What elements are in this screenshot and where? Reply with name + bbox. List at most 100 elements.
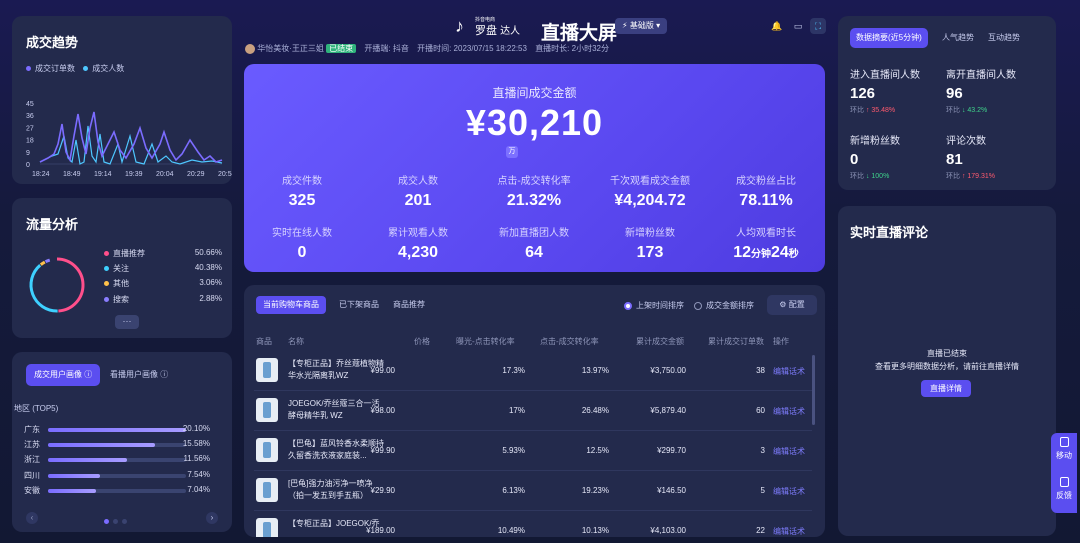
stat-change: 环比 ↑ 179.31% <box>946 173 996 180</box>
page-dots <box>104 516 131 527</box>
table-row[interactable]: 【专柜正品】JOEGOK/乔 ¥189.00 10.49% 10.13% ¥4,103.… <box>244 511 825 537</box>
cell-ctr: 10.49% <box>497 526 525 535</box>
edit-script-link[interactable]: 编辑话术 <box>773 486 805 497</box>
region-row: 四川 7.54% <box>24 470 220 482</box>
products-panel: 当前购物车商品 已下架商品 商品推荐 上架时间排序 成交金额排序 ⚙ 配置 商品… <box>244 285 825 537</box>
donut-slice-0 <box>56 257 85 313</box>
metric-7: 新加直播团人数 64 <box>476 224 592 262</box>
cell-price: ¥29.90 <box>370 486 395 495</box>
traffic-row-2: 其他 3.06% <box>104 278 222 289</box>
traffic-dot-1 <box>104 266 109 272</box>
col-action: 操作 <box>773 337 789 346</box>
tab-removed[interactable]: 已下架商品 <box>332 296 386 314</box>
col-gmv: 累计成交金额 <box>636 337 684 346</box>
y-tick: 0 <box>26 162 30 169</box>
trend-line-orders <box>39 111 223 163</box>
summary-stat-1: 离开直播间人数 96 环比 ↓ 43.2% <box>946 66 1036 115</box>
metric-value: 12分钟24秒 <box>733 244 799 261</box>
gmv-unit: 万 <box>506 146 518 158</box>
bell-icon[interactable]: 🔔 <box>769 18 785 34</box>
metric-value: 173 <box>636 244 664 261</box>
region-title: 地区 (TOP5) <box>14 404 59 413</box>
traffic-dot-0 <box>104 251 109 257</box>
traffic-title: 流量分析 <box>26 217 79 232</box>
edit-script-link[interactable]: 编辑话术 <box>773 446 805 457</box>
table-scrollbar[interactable] <box>812 355 815 425</box>
y-tick: 27 <box>26 125 34 132</box>
x-tick: 20:29 <box>187 171 205 178</box>
edit-script-link[interactable]: 编辑话术 <box>773 406 805 417</box>
traffic-value-3: 2.88% <box>199 294 222 303</box>
traffic-label-0: 直播推荐 <box>113 249 145 258</box>
trend-panel: 成交趋势 成交订单数 成交人数 45 36 27 18 9 0 18:24 18:49 19:1… <box>12 16 232 184</box>
edit-script-link[interactable]: 编辑话术 <box>773 526 805 537</box>
product-thumbnail <box>256 478 278 502</box>
y-tick: 9 <box>26 150 30 157</box>
live-detail-button[interactable]: 直播详情 <box>921 380 971 397</box>
version-badge[interactable]: ⚡ 基础版 ▾ <box>615 18 668 34</box>
region-bar-track <box>48 458 186 463</box>
tab-current-cart[interactable]: 当前购物车商品 <box>256 296 326 314</box>
cell-ctr: 5.93% <box>502 446 525 455</box>
metric-label: 千次观看成交金额 <box>610 176 690 187</box>
avatar <box>245 43 255 54</box>
metric-value: 201 <box>404 192 432 209</box>
region-bar-track <box>48 428 186 432</box>
table-row[interactable]: 【巴龟】蓝风铃香水柔顺持久留香洗衣液家庭装... ¥99.90 5.93% 12.5%… <box>244 431 825 471</box>
fullscreen-icon[interactable]: ⛶ <box>810 18 826 34</box>
product-thumbnail <box>256 438 278 462</box>
config-button[interactable]: ⚙ 配置 <box>767 295 817 315</box>
cell-orders: 38 <box>756 366 765 375</box>
metric-8: 新增粉丝数 173 <box>592 224 708 262</box>
table-row[interactable]: JOEGOK/乔丝蔻三合一活酵母精华乳 WZ ¥98.00 17% 26.48% ¥5,… <box>244 391 825 431</box>
region-percent: 7.04% <box>187 484 210 494</box>
next-page-button[interactable]: › <box>206 512 218 524</box>
traffic-donut <box>29 257 85 313</box>
metric-3: 千次观看成交金额 ¥4,204.72 <box>592 172 708 210</box>
edit-script-link[interactable]: 编辑话术 <box>773 366 805 377</box>
traffic-label-2: 其他 <box>113 279 129 288</box>
live-ended-text: 直播已结束 <box>927 349 967 358</box>
region-bar <box>48 473 100 478</box>
prev-page-button[interactable]: ‹ <box>26 512 38 524</box>
sort-by-time[interactable]: 上架时间排序 <box>624 300 684 311</box>
metric-label: 人均观看时长 <box>736 228 796 239</box>
cell-cvr: 10.13% <box>581 526 609 535</box>
radio-unchecked <box>694 301 702 310</box>
sort-by-gmv[interactable]: 成交金额排序 <box>694 300 754 311</box>
cell-ctr: 17.3% <box>502 366 525 375</box>
message-icon[interactable]: ▭ <box>790 18 806 34</box>
stat-change: 环比 ↑ 35.48% <box>850 107 896 114</box>
summary-stat-3: 评论次数 81 环比 ↑ 179.31% <box>946 132 1036 181</box>
cell-cvr: 26.48% <box>581 406 609 415</box>
x-tick: 18:24 <box>32 171 50 178</box>
cell-orders: 60 <box>756 406 765 415</box>
move-button[interactable]: 移动 <box>1051 433 1077 473</box>
traffic-dot-3 <box>104 297 109 303</box>
metric-value: 78.11% <box>739 192 793 209</box>
traffic-row-0: 直播推荐 50.66% <box>104 248 222 259</box>
traffic-value-2: 3.06% <box>199 278 222 287</box>
tab-popularity[interactable]: 人气趋势 <box>936 28 980 48</box>
traffic-more-button[interactable]: ··· <box>115 315 139 329</box>
tab-recommend[interactable]: 商品推荐 <box>386 296 432 314</box>
x-tick: 20:04 <box>156 171 174 178</box>
mobile-icon <box>1059 437 1069 447</box>
stat-change: 环比 ↓ 43.2% <box>946 107 988 114</box>
feedback-button[interactable]: 反馈 <box>1051 473 1077 513</box>
gear-icon: ⚙ <box>779 300 787 309</box>
region-bar <box>48 428 186 432</box>
tab-summary[interactable]: 数据摘要(近5分钟) <box>850 28 928 48</box>
table-row[interactable]: 【专柜正品】乔丝蔻植物精华水光隔离乳WZ ¥99.00 17.3% 13.97% ¥3,… <box>244 351 825 391</box>
y-tick: 18 <box>26 138 34 145</box>
duration-label: 直播时长: <box>535 44 570 53</box>
tab-viewer-profile[interactable]: 看播用户画像 ⓘ <box>102 364 176 386</box>
stat-change: 环比 ↓ 100% <box>850 173 890 180</box>
gmv-title: 直播间成交金额 <box>492 86 577 100</box>
cell-gmv: ¥4,103.00 <box>650 526 686 535</box>
y-tick: 36 <box>26 113 34 120</box>
tab-interaction[interactable]: 互动趋势 <box>982 28 1026 48</box>
tab-buyer-profile[interactable]: 成交用户画像 ⓘ <box>26 364 101 386</box>
table-row[interactable]: [巴龟]强力油污净一喷净（拍一发五到手五瓶） ¥29.90 6.13% 19.23% ¥… <box>244 471 825 511</box>
feedback-icon <box>1059 477 1069 487</box>
